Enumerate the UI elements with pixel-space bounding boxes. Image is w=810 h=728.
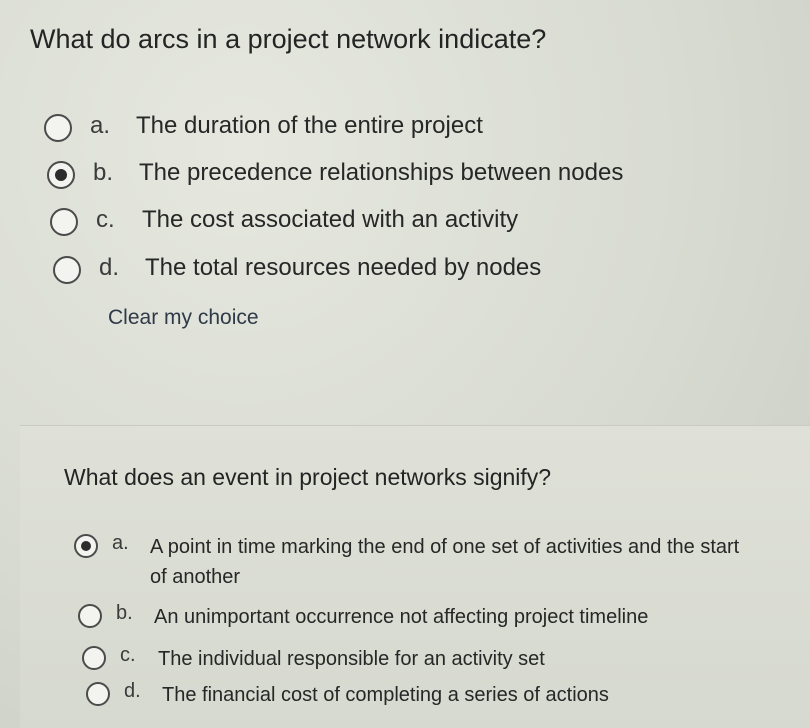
radio-button[interactable] xyxy=(86,682,110,706)
question-text: What do arcs in a project network indica… xyxy=(30,24,547,54)
option-label: The precedence relationships between nod… xyxy=(139,159,624,186)
option-label: An unimportant occurrence not affecting … xyxy=(154,606,649,628)
quiz-page: What do arcs in a project network indica… xyxy=(0,0,810,728)
option-a[interactable]: a. A point in time marking the end of on… xyxy=(74,532,750,592)
option-letter: c. xyxy=(96,206,115,233)
option-a[interactable]: a. The duration of the entire project xyxy=(44,112,483,142)
option-letter: c. xyxy=(120,644,136,666)
option-label: The cost associated with an activity xyxy=(142,206,519,233)
option-letter: a. xyxy=(112,532,129,554)
option-b[interactable]: b. An unimportant occurrence not affecti… xyxy=(78,602,754,632)
option-label: The total resources needed by nodes xyxy=(145,254,542,281)
option-label: The financial cost of completing a serie… xyxy=(162,684,609,706)
question-card-2: What does an event in project networks s… xyxy=(20,425,810,728)
option-label: The individual responsible for an activi… xyxy=(158,648,545,670)
option-letter: d. xyxy=(99,254,120,281)
option-letter: b. xyxy=(116,602,133,624)
question-card-1: What do arcs in a project network indica… xyxy=(0,0,810,400)
question-text: What does an event in project networks s… xyxy=(64,464,552,490)
option-label: The duration of the entire project xyxy=(136,112,483,139)
option-c[interactable]: c. The cost associated with an activity xyxy=(50,206,518,236)
radio-button-selected[interactable] xyxy=(47,161,75,189)
option-b[interactable]: b. The precedence relationships between … xyxy=(47,159,623,189)
option-letter: d. xyxy=(124,680,141,702)
radio-button[interactable] xyxy=(44,114,72,142)
option-d[interactable]: d. The total resources needed by nodes xyxy=(53,254,541,284)
clear-choice-link[interactable]: Clear my choice xyxy=(108,306,259,330)
option-label: A point in time marking the end of one s… xyxy=(150,536,740,588)
radio-button[interactable] xyxy=(78,604,102,628)
option-d[interactable]: d. The financial cost of completing a se… xyxy=(86,680,762,710)
radio-button-selected[interactable] xyxy=(74,534,98,558)
radio-button[interactable] xyxy=(53,256,81,284)
radio-button[interactable] xyxy=(50,208,78,236)
radio-button[interactable] xyxy=(82,646,106,670)
option-letter: b. xyxy=(93,159,114,186)
option-letter: a. xyxy=(90,112,111,139)
option-c[interactable]: c. The individual responsible for an act… xyxy=(82,644,758,674)
